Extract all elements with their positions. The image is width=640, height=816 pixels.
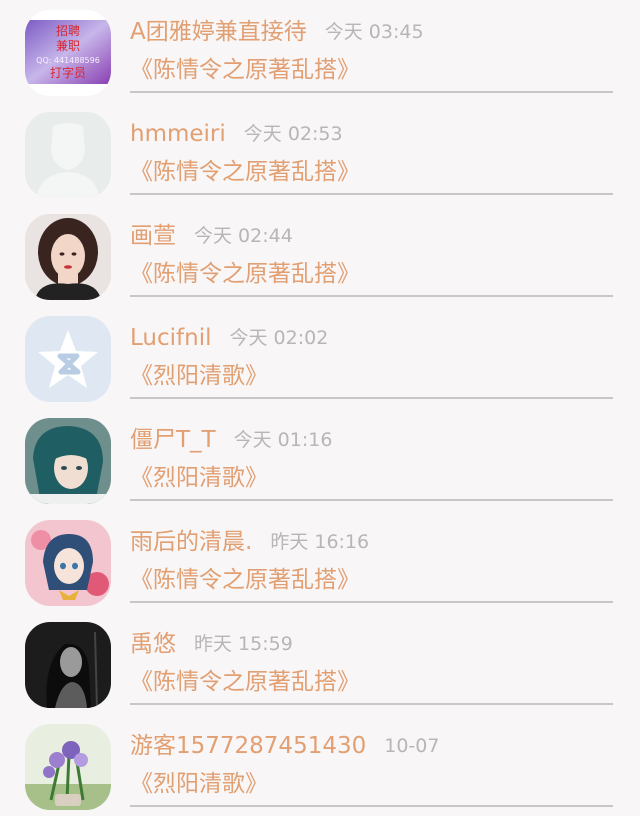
monochrome-portrait-avatar-image — [25, 622, 111, 708]
list-item[interactable]: Lucifnil 今天 02:02 《烈阳清歌》 — [0, 306, 640, 408]
comment-header: hmmeiri 今天 02:53 — [130, 116, 343, 152]
divider — [130, 193, 613, 195]
avatar[interactable] — [25, 316, 111, 402]
girl-portrait-avatar-image — [25, 214, 111, 300]
default-star-avatar-image — [25, 316, 111, 402]
anime-girl-avatar-image — [25, 520, 111, 606]
post-title-link[interactable]: 《烈阳清歌》 — [130, 460, 268, 496]
username[interactable]: 禹悠 — [130, 626, 176, 662]
username[interactable]: A团雅婷兼直接待 — [130, 14, 307, 50]
avatar-text-3: QQ: 441488596 — [36, 56, 100, 65]
list-item[interactable]: hmmeiri 今天 02:53 《陈情令之原著乱搭》 — [0, 102, 640, 204]
post-title-link[interactable]: 《烈阳清歌》 — [130, 358, 268, 394]
anime-boy-avatar-image — [25, 418, 111, 504]
timestamp: 今天 03:45 — [324, 21, 424, 43]
timestamp: 今天 02:44 — [194, 225, 293, 247]
avatar[interactable] — [25, 214, 111, 300]
divider — [130, 805, 613, 807]
comment-header: 画萱 今天 02:44 — [130, 218, 293, 254]
username[interactable]: 僵尸T_T — [130, 422, 216, 458]
comment-list: 招聘 兼职 QQ: 441488596 打字员 A团雅婷兼直接待 今天 03:4… — [0, 0, 640, 814]
avatar[interactable] — [25, 724, 111, 810]
timestamp: 今天 01:16 — [233, 429, 333, 451]
divider — [130, 295, 613, 297]
list-item[interactable]: 游客1577287451430 10-07 《烈阳清歌》 — [0, 714, 640, 816]
comment-header: Lucifnil 今天 02:02 — [130, 320, 328, 356]
post-title-link[interactable]: 《陈情令之原著乱搭》 — [130, 154, 360, 190]
divider — [130, 91, 613, 93]
post-title-link[interactable]: 《陈情令之原著乱搭》 — [130, 562, 360, 598]
avatar-text-1: 招聘 — [56, 24, 80, 38]
username[interactable]: 雨后的清晨. — [130, 524, 252, 560]
comment-header: 僵尸T_T 今天 01:16 — [130, 422, 332, 458]
flowers-avatar-image — [25, 724, 111, 810]
list-item[interactable]: 禹悠 昨天 15:59 《陈情令之原著乱搭》 — [0, 612, 640, 714]
post-title-link[interactable]: 《烈阳清歌》 — [130, 766, 268, 802]
divider — [130, 703, 613, 705]
username[interactable]: 游客1577287451430 — [130, 728, 366, 764]
avatar[interactable] — [25, 112, 111, 198]
timestamp: 10-07 — [384, 735, 440, 757]
divider — [130, 601, 613, 603]
avatar[interactable] — [25, 622, 111, 708]
post-title-link[interactable]: 《陈情令之原著乱搭》 — [130, 664, 360, 700]
default-person-avatar-image — [25, 112, 111, 198]
username[interactable]: Lucifnil — [130, 320, 211, 356]
comment-header: 雨后的清晨. 昨天 16:16 — [130, 524, 369, 560]
list-item[interactable]: 招聘 兼职 QQ: 441488596 打字员 A团雅婷兼直接待 今天 03:4… — [0, 0, 640, 102]
avatar[interactable] — [25, 418, 111, 504]
divider — [130, 397, 613, 399]
list-item[interactable]: 画萱 今天 02:44 《陈情令之原著乱搭》 — [0, 204, 640, 306]
comment-header: 游客1577287451430 10-07 — [130, 728, 439, 764]
username[interactable]: 画萱 — [130, 218, 176, 254]
avatar[interactable] — [25, 520, 111, 606]
avatar-text-4: 打字员 — [50, 65, 86, 80]
post-title-link[interactable]: 《陈情令之原著乱搭》 — [130, 256, 360, 292]
avatar-text-2: 兼职 — [56, 39, 80, 53]
comment-header: A团雅婷兼直接待 今天 03:45 — [130, 14, 424, 50]
timestamp: 今天 02:53 — [243, 123, 343, 145]
post-title-link[interactable]: 《陈情令之原著乱搭》 — [130, 52, 360, 88]
list-item[interactable]: 僵尸T_T 今天 01:16 《烈阳清歌》 — [0, 408, 640, 510]
timestamp: 昨天 16:16 — [270, 531, 370, 553]
timestamp: 今天 02:02 — [229, 327, 329, 349]
divider — [130, 499, 613, 501]
avatar[interactable]: 招聘 兼职 QQ: 441488596 打字员 — [25, 10, 111, 96]
timestamp: 昨天 15:59 — [194, 633, 293, 655]
list-item[interactable]: 雨后的清晨. 昨天 16:16 《陈情令之原著乱搭》 — [0, 510, 640, 612]
ad-banner-avatar-image: 招聘 兼职 QQ: 441488596 打字员 — [25, 10, 111, 96]
comment-header: 禹悠 昨天 15:59 — [130, 626, 293, 662]
username[interactable]: hmmeiri — [130, 116, 226, 152]
